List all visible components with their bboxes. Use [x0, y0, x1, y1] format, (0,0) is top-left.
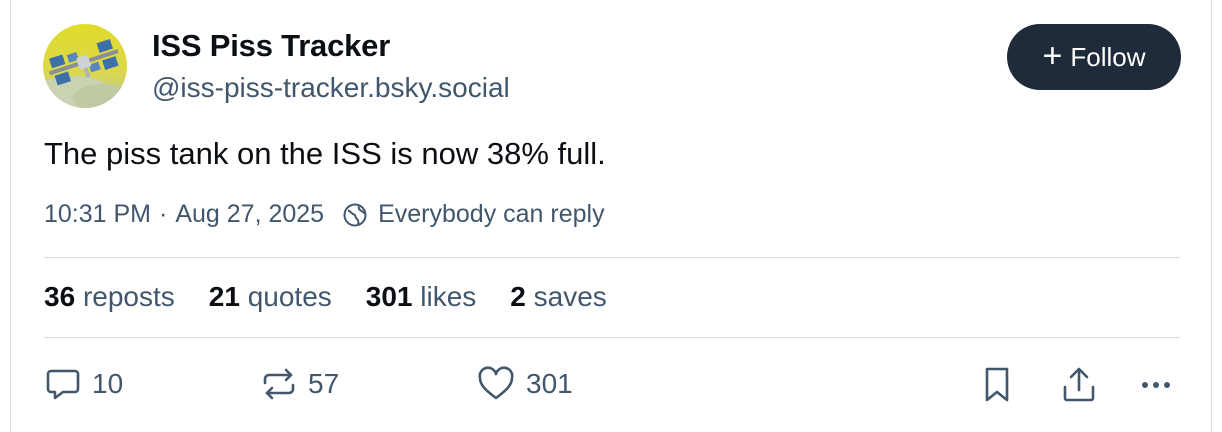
repost-icon	[263, 368, 295, 400]
stat-label: quotes	[247, 281, 332, 312]
post-time[interactable]: 10:31 PM	[44, 200, 151, 229]
like-button[interactable]: 301	[476, 365, 573, 403]
stat-reposts[interactable]: 36 reposts	[44, 281, 175, 313]
stat-count: 21	[208, 281, 240, 312]
repost-button[interactable]: 57	[260, 365, 339, 403]
reply-bubble-icon	[46, 369, 80, 400]
repost-count: 57	[308, 368, 340, 399]
reply-setting[interactable]: Everybody can reply	[378, 200, 605, 229]
author-avatar[interactable]	[43, 24, 127, 108]
bookmark-icon	[985, 367, 1009, 402]
stat-count: 2	[510, 281, 526, 312]
stat-label: reposts	[82, 281, 175, 312]
post-text: The piss tank on the ISS is now 38% full…	[44, 136, 606, 171]
plus-icon: +	[1042, 36, 1063, 75]
like-count: 301	[526, 368, 573, 399]
stat-label: likes	[420, 281, 477, 312]
stat-label: saves	[533, 281, 607, 312]
author-display-name[interactable]: ISS Piss Tracker	[152, 28, 390, 64]
stat-likes[interactable]: 301 likes	[366, 281, 477, 313]
heart-icon	[478, 366, 514, 400]
stat-quotes[interactable]: 21 quotes	[209, 281, 332, 313]
post-card: ISS Piss Tracker @iss-piss-tracker.bsky.…	[10, 0, 1212, 432]
share-button[interactable]	[1060, 365, 1098, 405]
follow-button[interactable]: + Follow	[1007, 24, 1181, 90]
stat-count: 301	[365, 281, 413, 312]
post-meta: 10:31 PM · Aug 27, 2025 Everybody can re…	[44, 200, 605, 229]
share-icon	[1063, 367, 1095, 402]
stat-saves[interactable]: 2 saves	[510, 281, 607, 313]
globe-icon	[342, 202, 368, 228]
bookmark-button[interactable]	[980, 365, 1014, 405]
stat-count: 36	[44, 281, 76, 312]
post-date[interactable]: Aug 27, 2025	[175, 200, 324, 229]
meta-separator: ·	[159, 200, 168, 228]
reply-button[interactable]: 10	[44, 365, 123, 403]
more-dots-icon	[1142, 382, 1170, 388]
post-stats: 36 reposts 21 quotes 301 likes 2 saves	[44, 281, 607, 313]
divider-bottom	[44, 337, 1180, 338]
post-actions: 10 57 301	[44, 365, 1180, 409]
iss-space-station-icon	[43, 24, 127, 108]
reply-count: 10	[92, 368, 124, 399]
divider-top	[44, 257, 1180, 258]
more-options-button[interactable]	[1136, 365, 1176, 405]
author-handle[interactable]: @iss-piss-tracker.bsky.social	[152, 72, 510, 104]
follow-button-label: Follow	[1070, 41, 1146, 72]
